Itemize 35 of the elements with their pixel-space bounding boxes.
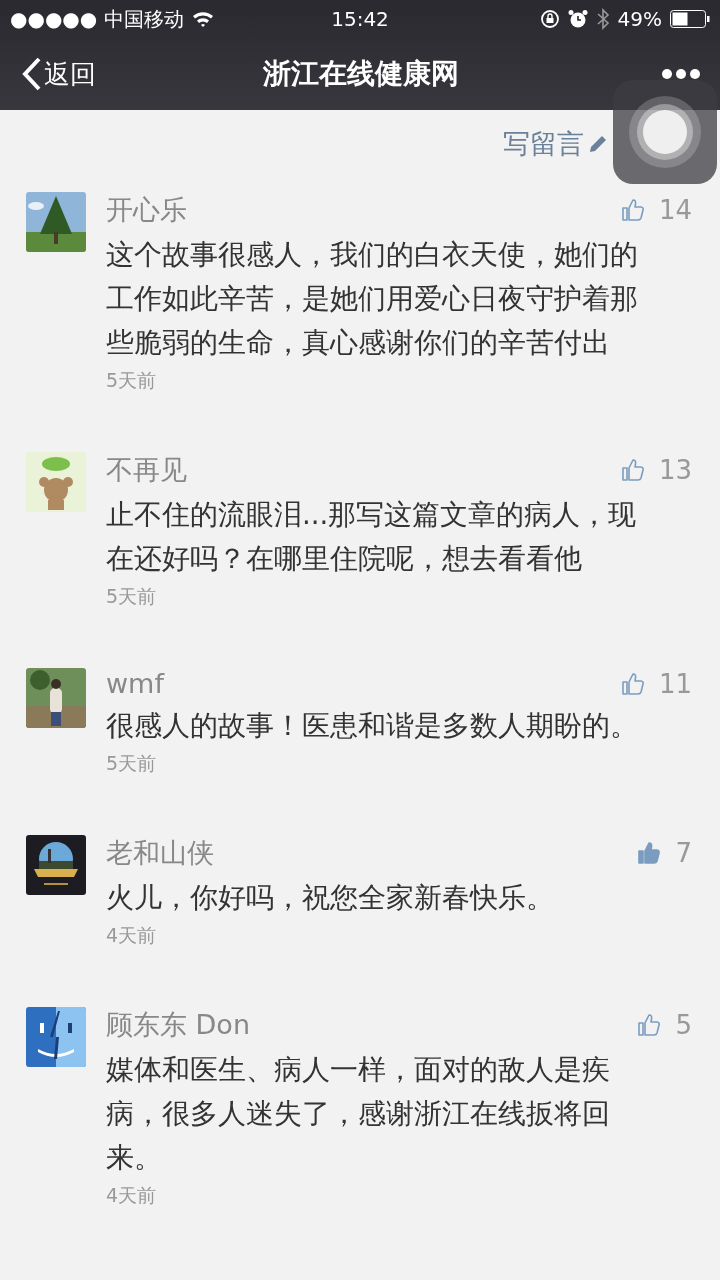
- assistive-touch-button[interactable]: [613, 80, 717, 184]
- page-title: 浙江在线健康网: [262, 56, 460, 92]
- comment-text: 火儿，你好吗，祝您全家新春快乐。: [106, 880, 555, 915]
- like-button[interactable]: 7: [637, 838, 692, 868]
- battery-percent: 49%: [617, 7, 662, 31]
- battery-icon: [670, 10, 710, 28]
- like-button[interactable]: 13: [620, 455, 692, 485]
- more-icon[interactable]: [662, 69, 700, 79]
- rotation-lock-icon: [539, 9, 560, 29]
- comment-text: 媒体和医生、病人一样，面对的敌人是疾病，很多人迷失了，感谢浙江在线扳将回来。: [106, 1052, 611, 1175]
- comment-time: 5天前: [106, 584, 158, 609]
- wifi-icon: [191, 11, 214, 27]
- comment-text: 止不住的流眼泪...那写这篇文章的病人，现在还好吗？在哪里住院呢，想去看看他: [106, 497, 638, 576]
- comment-time: 5天前: [106, 368, 158, 393]
- back-chevron-icon: [22, 57, 42, 91]
- bluetooth-icon: [595, 8, 610, 30]
- comment-text: 很感人的故事！医患和谐是多数人期盼的。: [106, 708, 639, 743]
- like-button[interactable]: 11: [620, 668, 692, 699]
- comment-time: 4天前: [106, 1183, 158, 1208]
- commenter-name: 开心乐: [106, 193, 188, 227]
- alarm-icon: [567, 9, 588, 29]
- like-button[interactable]: 14: [620, 195, 692, 225]
- like-button[interactable]: 5: [637, 1010, 692, 1040]
- carrier-text: ●●●●● 中国移动: [10, 5, 184, 33]
- back-button[interactable]: 返回: [22, 56, 142, 92]
- pencil-icon: [588, 134, 608, 154]
- comment-text: 这个故事很感人，我们的白衣天使，她们的工作如此辛苦，是她们用爱心日夜守护着那些脆弱的生命，真心感谢你们的辛苦付出: [106, 237, 639, 360]
- commenter-name: 顾东东 Don: [106, 1008, 251, 1042]
- commenter-name: 老和山侠: [106, 836, 215, 870]
- write-comment-button[interactable]: 写留言: [503, 126, 608, 162]
- comment-time: 5天前: [106, 751, 158, 776]
- commenter-name: 不再见: [106, 453, 188, 487]
- clock-text: 15:42: [331, 7, 389, 31]
- comment-time: 4天前: [106, 923, 158, 948]
- commenter-name: wmf: [106, 668, 166, 699]
